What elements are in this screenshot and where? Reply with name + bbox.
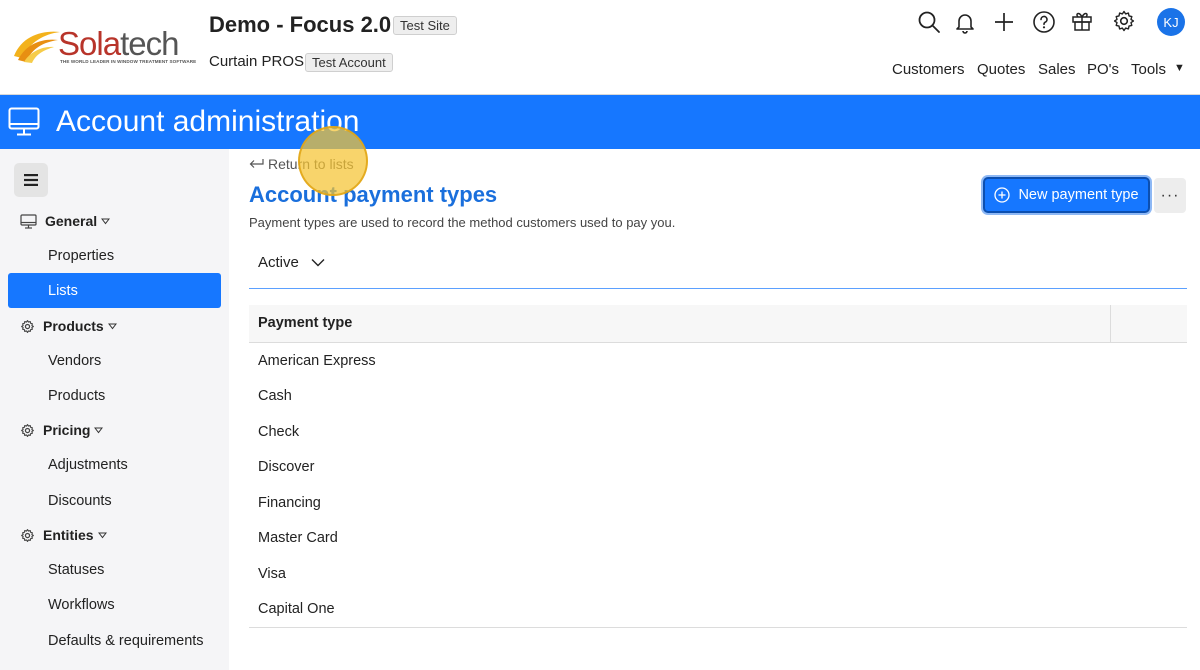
plus-icon[interactable]: [990, 8, 1018, 36]
user-avatar[interactable]: KJ: [1157, 8, 1185, 36]
logo-brand-left: Sola: [58, 25, 121, 62]
nav-quotes[interactable]: Quotes: [977, 61, 1025, 78]
sidebar-group-label: General: [45, 213, 98, 229]
logo-swoosh-icon: [14, 31, 60, 63]
status-filter-dropdown[interactable]: Active: [258, 254, 325, 271]
table-bottom-border: [249, 627, 1187, 628]
table-row[interactable]: Capital One: [249, 592, 1187, 628]
table-header: Payment type: [249, 305, 1187, 343]
sidebar-item-properties[interactable]: Properties: [8, 238, 221, 273]
logo-tagline: THE WORLD LEADER IN WINDOW TREATMENT SOF…: [60, 59, 197, 64]
help-icon[interactable]: [1030, 8, 1058, 36]
new-payment-type-label: New payment type: [1018, 187, 1139, 203]
page-description: Payment types are used to record the met…: [249, 215, 676, 230]
sidebar-item-statuses[interactable]: Statuses: [8, 552, 221, 587]
account-name: Curtain PROS: [209, 53, 305, 70]
table-row[interactable]: American Express: [249, 343, 1187, 379]
sidebar-group-general[interactable]: General: [20, 210, 118, 232]
chevron-down-icon: [311, 259, 325, 267]
gear-icon[interactable]: [1110, 7, 1138, 35]
sidebar-group-products[interactable]: Products: [20, 315, 125, 337]
filter-divider: [249, 288, 1187, 289]
logo-brand-right: tech: [120, 25, 179, 62]
sidebar-group-label: Products: [43, 318, 104, 334]
sidebar-group-label: Pricing: [43, 422, 91, 438]
chevron-down-icon: [97, 532, 107, 538]
nav-pos[interactable]: PO's: [1087, 61, 1119, 78]
status-filter-value: Active: [258, 254, 299, 271]
column-divider: [1110, 305, 1111, 343]
sidebar-group-pricing[interactable]: Pricing: [20, 419, 111, 441]
account-badge: Test Account: [305, 53, 393, 72]
table-row[interactable]: Check: [249, 414, 1187, 450]
hamburger-icon: [24, 174, 38, 186]
table-row[interactable]: Master Card: [249, 521, 1187, 557]
nav-tools[interactable]: Tools: [1131, 61, 1166, 78]
nav-tools-dropdown-icon[interactable]: ▼: [1174, 62, 1185, 74]
return-link-label: Return to lists: [268, 156, 354, 172]
return-arrow-icon: [249, 159, 264, 168]
sidebar-toggle-button[interactable]: [14, 163, 48, 197]
chevron-down-icon: [94, 427, 104, 433]
chevron-down-icon: [107, 323, 117, 329]
payment-types-table: Payment type American Express Cash Check…: [249, 305, 1187, 628]
gear-icon: [21, 528, 34, 542]
sidebar-item-vendors[interactable]: Vendors: [8, 343, 221, 378]
plus-circle-icon: [994, 187, 1011, 203]
more-options-button[interactable]: ···: [1154, 178, 1186, 213]
search-icon[interactable]: [915, 8, 943, 36]
monitor-icon: [20, 213, 37, 229]
chevron-down-icon: [101, 218, 111, 224]
page-title: Account payment types: [249, 182, 498, 207]
nav-sales[interactable]: Sales: [1038, 61, 1076, 78]
column-header-payment-type[interactable]: Payment type: [258, 315, 352, 331]
gear-icon: [21, 423, 34, 437]
table-row[interactable]: Financing: [249, 485, 1187, 521]
site-badge: Test Site: [393, 16, 457, 35]
sidebar-item-discounts[interactable]: Discounts: [8, 483, 221, 518]
table-row[interactable]: Discover: [249, 450, 1187, 486]
bell-icon[interactable]: [951, 8, 979, 36]
sidebar-item-lists[interactable]: Lists: [8, 273, 221, 308]
top-header: Solatech THE WORLD LEADER IN WINDOW TREA…: [0, 0, 1200, 95]
sidebar-item-adjustments[interactable]: Adjustments: [8, 447, 221, 482]
sidebar-group-label: Entities: [43, 527, 94, 543]
sidebar: General Properties Lists Products Vendor…: [0, 149, 229, 670]
site-title: Demo - Focus 2.0: [209, 12, 392, 37]
new-payment-type-button[interactable]: New payment type: [983, 177, 1150, 213]
gear-icon: [21, 319, 34, 333]
banner-title: Account administration: [56, 105, 360, 138]
table-row[interactable]: Visa: [249, 556, 1187, 592]
nav-customers[interactable]: Customers: [892, 61, 965, 78]
sidebar-group-entities[interactable]: Entities: [20, 524, 115, 546]
sidebar-item-products[interactable]: Products: [8, 378, 221, 413]
sidebar-item-defaults-requirements[interactable]: Defaults & requirements: [8, 623, 221, 658]
return-to-lists-link[interactable]: Return to lists: [249, 156, 354, 172]
table-row[interactable]: Cash: [249, 379, 1187, 415]
gift-icon[interactable]: [1068, 7, 1096, 35]
monitor-icon: [8, 107, 40, 136]
page-banner: Account administration: [0, 95, 1200, 149]
sidebar-item-workflows[interactable]: Workflows: [8, 587, 221, 622]
solatech-logo[interactable]: Solatech THE WORLD LEADER IN WINDOW TREA…: [12, 25, 197, 70]
